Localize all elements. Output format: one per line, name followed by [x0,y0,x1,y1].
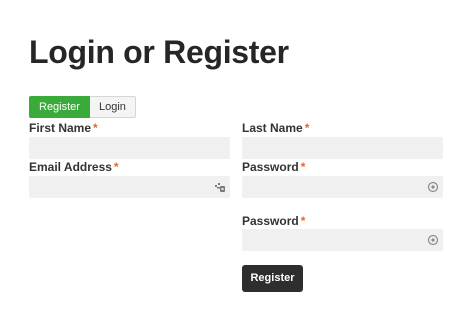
required-marker: * [113,160,119,174]
password-confirm-label: Password * [242,214,305,228]
last-name-label: Last Name * [242,121,309,135]
login-register-page: Login or Register Register Login First N… [0,0,474,323]
required-marker: * [304,121,310,135]
page-title: Login or Register [29,34,289,70]
first-name-label: First Name * [29,121,98,135]
password-label: Password * [242,160,305,174]
register-button[interactable]: Register [242,265,303,292]
autofill-key-icon[interactable] [214,181,226,193]
password-field[interactable] [242,176,443,198]
password-reveal-icon[interactable] [427,234,439,246]
form-tabs: Register Login [29,96,136,118]
required-marker: * [93,121,98,135]
required-marker: * [300,160,306,174]
required-marker: * [300,214,306,228]
email-field[interactable] [29,176,230,198]
password-confirm-label-text: Password [242,214,299,228]
password-confirm-field[interactable] [242,229,443,251]
tab-login[interactable]: Login [89,96,136,118]
email-label: Email Address * [29,160,119,174]
password-reveal-icon[interactable] [427,181,439,193]
first-name-field[interactable] [29,137,230,159]
first-name-label-text: First Name [29,121,92,135]
last-name-field[interactable] [242,137,443,159]
email-label-text: Email Address [29,160,112,174]
tab-register[interactable]: Register [29,96,90,118]
last-name-label-text: Last Name [242,121,303,135]
password-label-text: Password [242,160,299,174]
